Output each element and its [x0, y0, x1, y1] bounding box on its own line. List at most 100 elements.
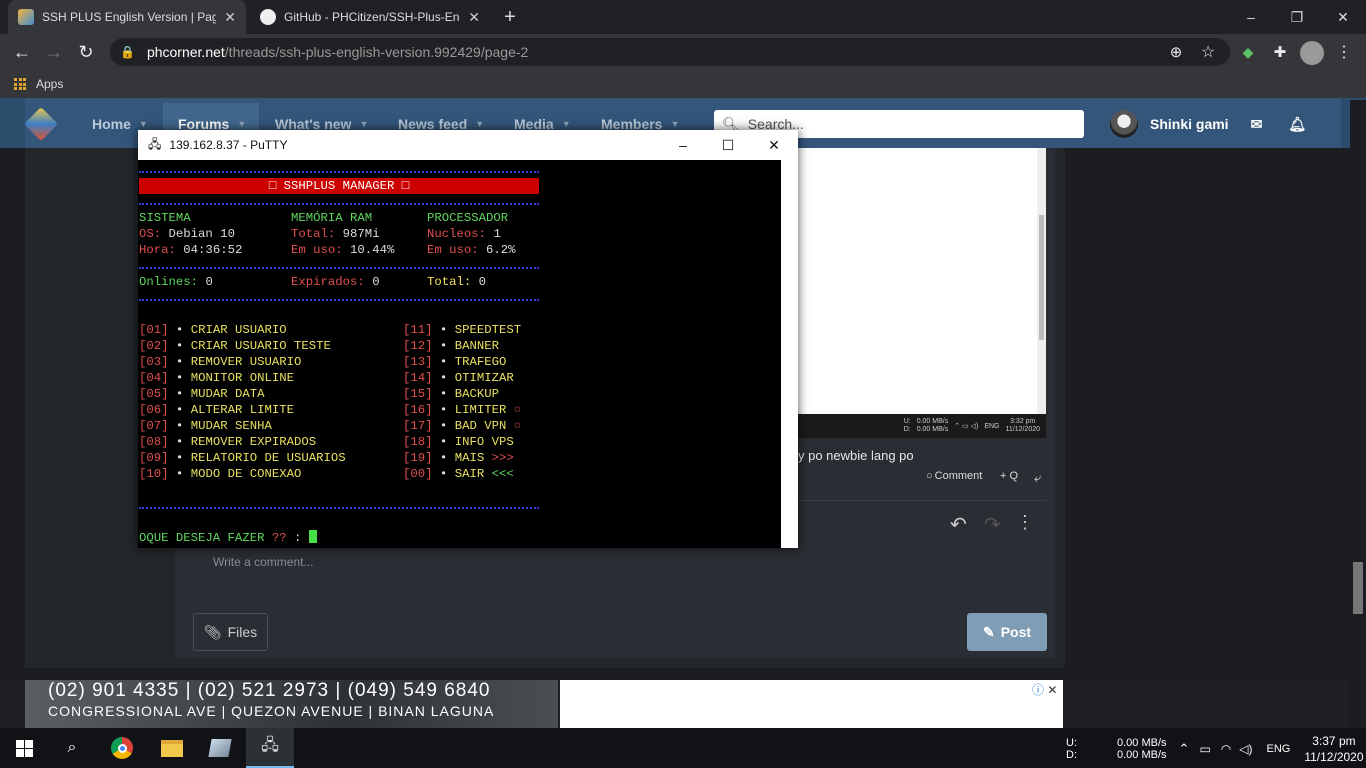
add-icon[interactable]: ⊕ — [1164, 40, 1188, 64]
chrome-icon[interactable] — [98, 728, 146, 768]
reply-icon[interactable]: ⤶ — [1034, 470, 1041, 486]
menu-item[interactable]: [06] • ALTERAR LIMITE — [139, 402, 294, 418]
putty-close-icon[interactable]: ✕ — [751, 130, 797, 160]
attach-files-button[interactable]: 📎︎ Files — [193, 613, 268, 651]
comment-placeholder: Write a comment... — [213, 555, 314, 569]
menu-item[interactable]: [07] • MUDAR SENHA — [139, 418, 272, 434]
volume-icon[interactable]: ◁) — [1239, 742, 1252, 756]
separator-line — [139, 507, 539, 509]
putty-taskbar-icon[interactable]: 🖧 — [246, 728, 294, 768]
user-menu[interactable]: Shinki gami ✉ 🔔︎ — [1110, 110, 1306, 138]
menu-item[interactable]: [13] • TRAFEGO — [403, 354, 514, 370]
page-scroll-thumb[interactable] — [1353, 562, 1363, 614]
show-hidden-icons-icon[interactable]: ⌃ — [1179, 741, 1190, 757]
phcorner-favicon-icon — [18, 9, 34, 25]
back-icon[interactable]: ← — [10, 40, 34, 64]
ram-total-line: Total: 987Mi — [291, 227, 380, 241]
address-bar[interactable]: 🔒 phcorner.net/threads/ssh-plus-english-… — [110, 38, 1230, 66]
search-icon[interactable]: ⌕ — [48, 728, 96, 768]
menu-item[interactable]: [19] • MAIS >>> — [403, 450, 514, 466]
user-avatar — [1110, 110, 1138, 138]
post-button[interactable]: ✎ Post — [967, 613, 1047, 651]
system-tray: U: D: 0.00 MB/s 0.00 MB/s ⌃ ▭ ◠ ◁) ENG 3:3… — [1066, 732, 1364, 766]
separator-line — [139, 267, 539, 269]
putty-scrollbar[interactable] — [781, 160, 798, 548]
putty-minimize-icon[interactable]: – — [660, 130, 706, 160]
os-line: OS: Debian 10 — [139, 227, 235, 241]
hora-line: Hora: 04:36:52 — [139, 243, 243, 257]
menu-item[interactable]: [14] • OTIMIZAR — [403, 370, 521, 386]
menu-item[interactable]: [18] • INFO VPS — [403, 434, 521, 450]
menu-item[interactable]: [12] • BANNER — [403, 338, 506, 354]
ad-choices-icon[interactable]: ⓘ ✕ — [1032, 681, 1057, 698]
separator-line — [139, 299, 539, 301]
net-labels: U: D: — [1066, 737, 1077, 761]
extensions-puzzle-icon[interactable]: ✚ — [1268, 40, 1292, 64]
menu-item[interactable]: [02] • CRIAR USUARIO TESTE — [139, 338, 331, 354]
close-tab-icon[interactable]: ✕ — [468, 9, 480, 26]
putty-maximize-icon[interactable]: ☐ — [705, 130, 751, 160]
menu-item[interactable]: [16] • LIMITER ○ — [403, 402, 521, 418]
menu-item[interactable]: [00] • SAIR <<< — [403, 466, 514, 482]
url-path: /threads/ssh-plus-english-version.992429… — [224, 44, 529, 60]
menu-item[interactable]: [10] • MODO DE CONEXAO — [139, 466, 301, 482]
menu-item[interactable]: [08] • REMOVER EXPIRADOS — [139, 434, 316, 450]
reload-icon[interactable]: ↻ — [74, 40, 98, 64]
edit-icon: ✎ — [982, 623, 995, 640]
tab-ssh-plus[interactable]: SSH PLUS English Version | Page 2 ✕ — [8, 0, 246, 34]
wifi-icon[interactable]: ◠ — [1221, 742, 1231, 756]
close-window-icon[interactable]: ✕ — [1320, 0, 1366, 34]
comment-icon: ○ — [926, 470, 933, 482]
attached-screenshot[interactable] — [798, 148, 1046, 438]
redo-icon[interactable]: ↷ — [984, 512, 1001, 537]
menu-item[interactable]: [01] • CRIAR USUARIO — [139, 322, 287, 338]
profile-avatar[interactable] — [1300, 41, 1324, 65]
tab-title: GitHub - PHCitizen/SSH-Plus-English — [284, 10, 460, 24]
shot-net-values: 0.00 MB/s 0.00 MB/s — [916, 418, 949, 433]
undo-icon[interactable]: ↶ — [950, 512, 967, 537]
sshplus-banner: □ SSHPLUS MANAGER □ — [139, 178, 539, 194]
inbox-icon[interactable]: ✉ — [1251, 116, 1263, 133]
post-divider — [798, 500, 1046, 501]
menu-item[interactable]: [03] • REMOVER USUARIO — [139, 354, 301, 370]
pinned-app-icon[interactable] — [196, 728, 244, 768]
extension-icon[interactable]: ◆ — [1236, 40, 1260, 64]
close-tab-icon[interactable]: ✕ — [224, 9, 236, 26]
post-text: y po newbie lang po — [798, 448, 914, 463]
menu-item[interactable]: [17] • BAD VPN ○ — [403, 418, 521, 434]
ad-locations: CONGRESSIONAL AVE | QUEZON AVENUE | BINA… — [48, 703, 495, 719]
menu-item[interactable]: [11] • SPEEDTEST — [403, 322, 529, 338]
menu-kebab-icon[interactable]: ⋮ — [1332, 40, 1356, 64]
restore-window-icon[interactable]: ❐ — [1274, 0, 1320, 34]
windows-start-icon[interactable] — [0, 728, 48, 768]
terminal-screen[interactable]: □ SSHPLUS MANAGER □ SISTEMA MEMÓRIA RAM … — [139, 162, 779, 548]
onlines-line: Onlines: 0 — [139, 275, 213, 289]
comment-action[interactable]: ○ Comment — [926, 470, 982, 482]
menu-item[interactable]: [04] • MONITOR ONLINE — [139, 370, 294, 386]
file-explorer-icon[interactable] — [148, 728, 196, 768]
bookmark-apps[interactable]: Apps — [36, 77, 63, 91]
new-tab-icon[interactable]: + — [498, 4, 522, 30]
bell-icon[interactable]: 🔔︎ — [1288, 116, 1306, 133]
clock[interactable]: 3:37 pm 11/12/2020 — [1304, 733, 1363, 765]
menu-item[interactable]: [15] • BACKUP — [403, 386, 506, 402]
paperclip-icon: 📎︎ — [203, 623, 222, 640]
expirados-line: Expirados: 0 — [291, 275, 380, 289]
bookmark-star-icon[interactable]: ☆ — [1196, 40, 1220, 64]
menu-item[interactable]: [09] • RELATORIO DE USUARIOS — [139, 450, 346, 466]
more-options-icon[interactable]: ⋮ — [1016, 512, 1034, 533]
minimize-window-icon[interactable]: – — [1228, 0, 1274, 34]
forward-icon[interactable]: → — [42, 40, 66, 64]
menu-item[interactable]: [05] • MUDAR DATA — [139, 386, 265, 402]
language-indicator[interactable]: ENG — [1267, 743, 1291, 755]
menu-prompt[interactable]: OQUE DESEJA FAZER ?? : — [139, 530, 317, 546]
page-scrollbar[interactable] — [1350, 100, 1366, 728]
quote-action[interactable]: + Q — [1000, 470, 1018, 482]
col-header-memoria: MEMÓRIA RAM — [291, 211, 373, 225]
net-speeds: 0.00 MB/s 0.00 MB/s — [1117, 737, 1167, 761]
advertisement-frame[interactable] — [560, 680, 1063, 728]
tab-github[interactable]: GitHub - PHCitizen/SSH-Plus-English ✕ — [250, 0, 490, 34]
battery-icon[interactable]: ▭ — [1199, 742, 1210, 756]
bookmarks-bar: Apps — [0, 70, 1366, 98]
comment-editor[interactable] — [193, 548, 1047, 602]
